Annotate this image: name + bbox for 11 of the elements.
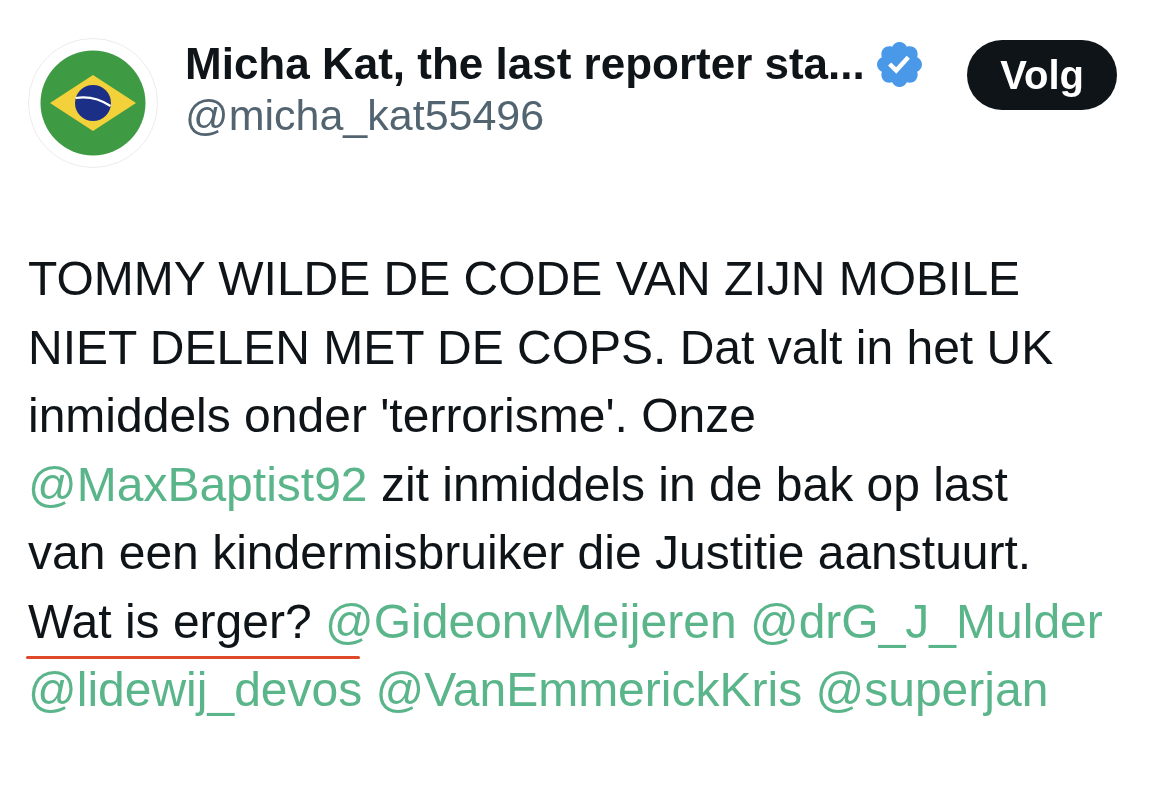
author-handle[interactable]: @micha_kat55496 xyxy=(185,90,968,140)
tweet-text: TOMMY WILDE DE CODE VAN ZIJN MOBILE NIET DELEN MET DE COPS. Dat valt in het UK inmiddels onder 'terrorisme'. Onze @MaxBaptist92 zit inmiddels in de bak op last van een kindermisbruiker die Justitie aanstuurt. Wat is erger? @GideonvMeijeren @drG_J_Mulder @lidewij_devos @VanEmmerickKris @superjan xyxy=(28,251,1104,718)
follow-button[interactable]: Volg xyxy=(967,40,1117,110)
mention-link[interactable]: @GideonvMeijeren xyxy=(325,594,737,648)
flag-avatar-icon[interactable] xyxy=(28,38,158,168)
mention-link[interactable]: @superjan xyxy=(815,663,1049,716)
mention-link[interactable]: @lidewij_devos xyxy=(28,663,363,716)
mention-link[interactable]: @MaxBaptist92 xyxy=(28,457,368,511)
mention-link[interactable]: @drG_J_Mulder xyxy=(749,594,1103,648)
author-name[interactable]: Micha Kat, the last reporter sta... xyxy=(185,38,865,90)
mention-link[interactable]: @VanEmmerickKris xyxy=(375,663,803,716)
